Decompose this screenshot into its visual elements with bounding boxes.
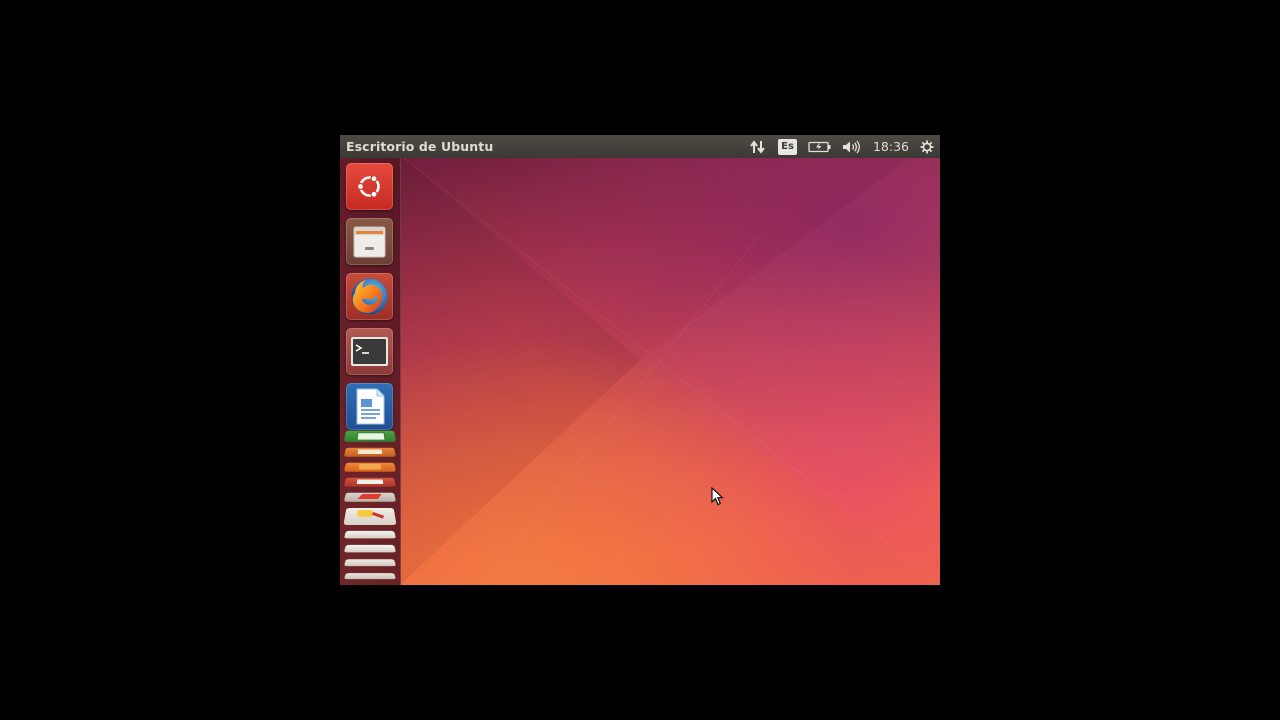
software-center-launcher[interactable] — [343, 462, 397, 472]
unity-launcher — [340, 158, 401, 585]
desktop-wallpaper — [340, 135, 940, 585]
mouse-pointer-icon — [711, 487, 724, 506]
firefox-icon — [351, 278, 388, 315]
firefox-launcher[interactable] — [346, 273, 393, 320]
network-transfer-icon[interactable] — [749, 135, 767, 158]
file-cabinet-icon — [353, 226, 386, 258]
generic-app-launcher[interactable] — [343, 559, 397, 567]
generic-app-launcher[interactable] — [343, 530, 397, 539]
panel-title: Escritorio de Ubuntu — [346, 139, 494, 154]
session-gear-icon[interactable] — [920, 135, 934, 158]
amazon-launcher[interactable] — [343, 477, 397, 487]
ubuntu-logo-icon — [356, 175, 380, 198]
terminal-icon — [351, 337, 388, 366]
ubuntu-desktop: Escritorio de Ubuntu Es 18:36 — [340, 135, 940, 585]
terminal-launcher[interactable] — [346, 328, 393, 375]
generic-app-launcher[interactable] — [343, 544, 397, 553]
generic-app-launcher[interactable] — [343, 573, 397, 580]
libreoffice-calc-launcher[interactable] — [343, 430, 397, 442]
libreoffice-impress-launcher[interactable] — [343, 447, 397, 457]
top-panel: Escritorio de Ubuntu Es 18:36 — [340, 135, 940, 158]
keyboard-layout-indicator[interactable]: Es — [778, 138, 797, 155]
battery-icon[interactable] — [808, 135, 832, 158]
text-editor-launcher[interactable] — [343, 492, 397, 502]
ubuntu-dash-button[interactable] — [346, 163, 393, 210]
libreoffice-writer-launcher[interactable] — [346, 383, 393, 430]
files-launcher[interactable] — [346, 218, 393, 265]
writer-document-icon — [356, 388, 385, 425]
panel-clock[interactable]: 18:36 — [873, 135, 909, 158]
volume-icon[interactable] — [842, 135, 862, 158]
image-viewer-launcher[interactable] — [343, 508, 397, 525]
